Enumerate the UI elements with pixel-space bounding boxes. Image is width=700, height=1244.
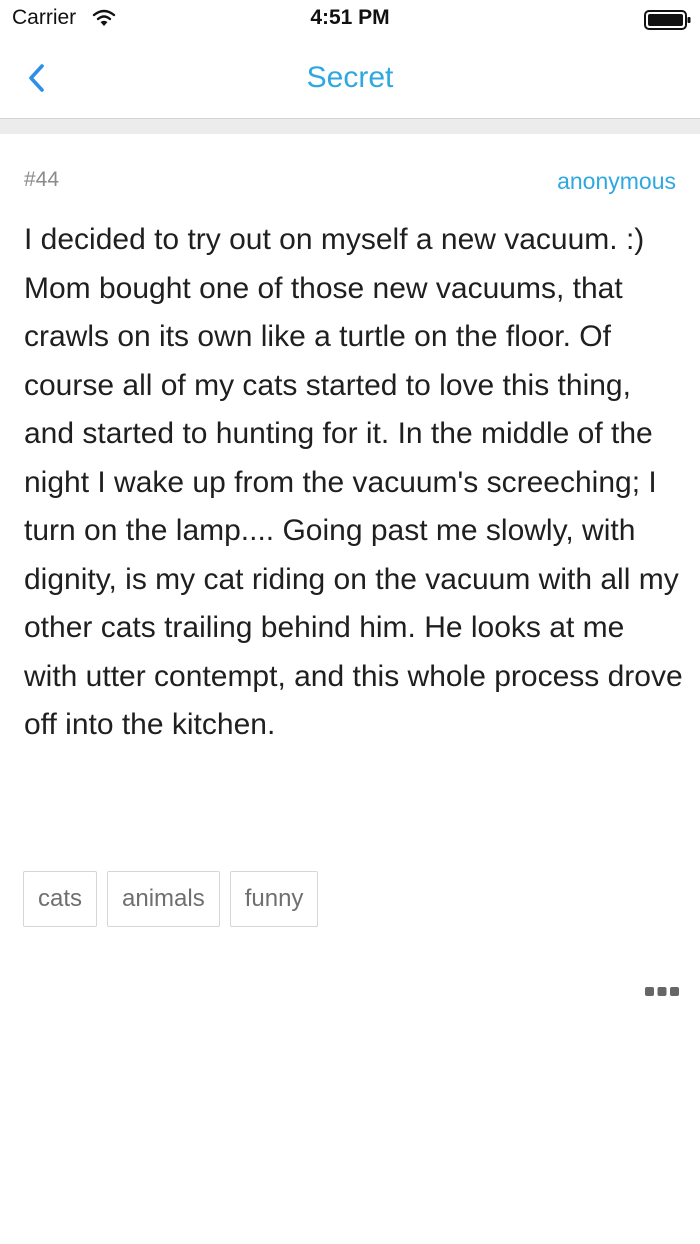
tag-list: cats animals funny [23, 871, 319, 927]
status-time: 4:51 PM [310, 6, 390, 29]
navigation-bar: Secret [0, 40, 700, 119]
more-options-button[interactable] [644, 984, 680, 1000]
header-divider [0, 119, 700, 134]
battery-full-icon [644, 10, 692, 35]
more-dots-icon [645, 987, 679, 996]
tag-funny[interactable]: funny [229, 871, 319, 927]
secret-number: #44 [24, 168, 60, 191]
status-bar: Carrier 4:51 PM [0, 0, 700, 40]
tag-cats[interactable]: cats [23, 871, 98, 927]
secret-text: I decided to try out on myself a new vac… [24, 223, 683, 741]
page-title: Secret [306, 61, 394, 94]
author-link[interactable]: anonymous [557, 168, 676, 195]
tag-animals[interactable]: animals [107, 871, 220, 927]
